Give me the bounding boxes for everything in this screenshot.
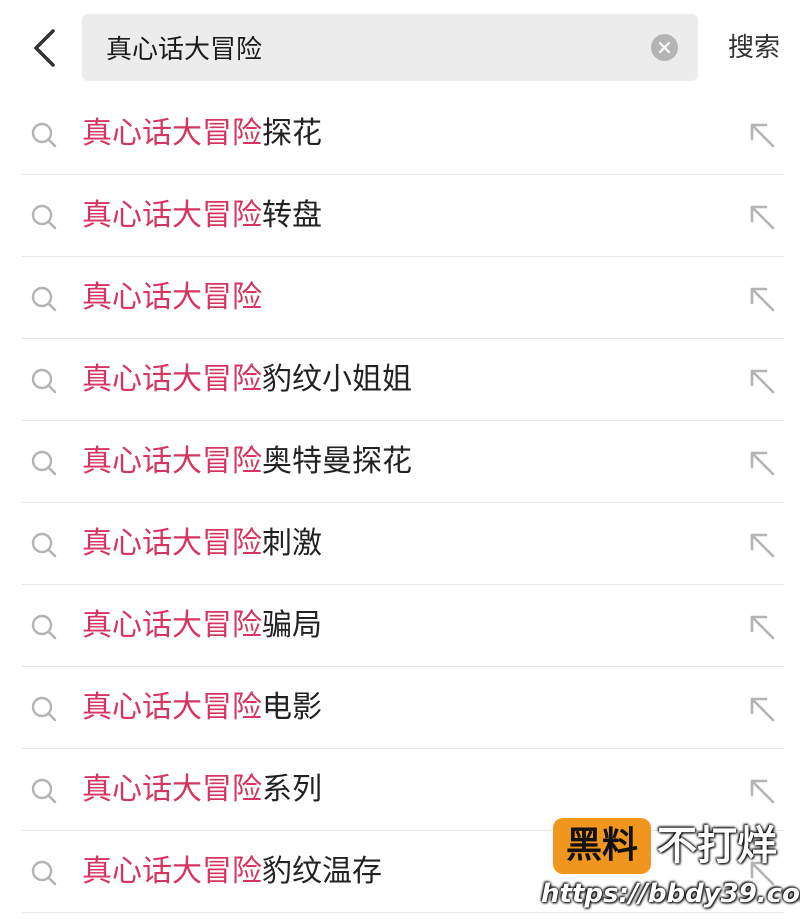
suggestion-text: 真心话大冒险豹纹小姐姐	[82, 339, 412, 421]
suggestion-item[interactable]: 真心话大冒险骗局	[0, 585, 800, 667]
arrow-up-left-icon[interactable]	[746, 447, 778, 479]
search-input[interactable]	[106, 14, 626, 81]
suggestion-text: 真心话大冒险电影	[82, 667, 322, 749]
suggestion-text: 真心话大冒险刺激	[82, 503, 322, 585]
suggestion-rest: 骗局	[262, 608, 322, 643]
search-icon	[31, 778, 57, 804]
suggestion-text: 真心话大冒险探花	[82, 93, 322, 175]
arrow-up-left-icon[interactable]	[746, 283, 778, 315]
suggestion-rest: 刺激	[262, 526, 322, 561]
clear-button[interactable]	[651, 34, 678, 61]
suggestion-match: 真心话大冒险	[82, 280, 262, 315]
search-icon	[31, 204, 57, 230]
suggestion-text: 真心话大冒险豹纹温存	[82, 831, 382, 913]
suggestion-rest: 系列	[262, 772, 322, 807]
suggestion-rest: 探花	[262, 116, 322, 151]
suggestion-item[interactable]: 真心话大冒险转盘	[0, 175, 800, 257]
suggestion-item[interactable]: 真心话大冒险电影	[0, 667, 800, 749]
suggestion-text: 真心话大冒险	[82, 257, 262, 339]
search-icon	[31, 860, 57, 886]
clear-circle-icon	[658, 41, 671, 54]
suggestion-item[interactable]: 真心话大冒险	[0, 257, 800, 339]
search-icon	[31, 450, 57, 476]
suggestion-rest: 转盘	[262, 198, 322, 233]
search-icon	[31, 368, 57, 394]
search-icon	[31, 122, 57, 148]
suggestion-match: 真心话大冒险	[82, 198, 262, 233]
watermark-text: 不打烊	[657, 823, 777, 869]
suggestion-text: 真心话大冒险奥特曼探花	[82, 421, 412, 503]
arrow-up-left-icon[interactable]	[746, 775, 778, 807]
search-icon	[31, 532, 57, 558]
suggestion-item[interactable]: 真心话大冒险探花	[0, 93, 800, 175]
suggestion-match: 真心话大冒险	[82, 608, 262, 643]
suggestion-text: 真心话大冒险转盘	[82, 175, 322, 257]
chevron-left-icon	[34, 29, 55, 67]
watermark-logo: 黑料 不打烊 https://bbdy39.com	[541, 818, 800, 916]
search-button[interactable]: 搜索	[728, 28, 780, 68]
suggestion-list: 真心话大冒险探花 真心话大冒险转盘 真心话大冒险 真心话大冒险豹纹小姐姐 真心话…	[0, 93, 800, 913]
suggestion-match: 真心话大冒险	[82, 526, 262, 561]
suggestion-item[interactable]: 真心话大冒险刺激	[0, 503, 800, 585]
search-box[interactable]	[82, 14, 698, 81]
arrow-up-left-icon[interactable]	[746, 529, 778, 561]
arrow-up-left-icon[interactable]	[746, 365, 778, 397]
suggestion-text: 真心话大冒险系列	[82, 749, 322, 831]
suggestion-item[interactable]: 真心话大冒险奥特曼探花	[0, 421, 800, 503]
search-icon	[31, 286, 57, 312]
suggestion-text: 真心话大冒险骗局	[82, 585, 322, 667]
suggestion-match: 真心话大冒险	[82, 116, 262, 151]
arrow-up-left-icon[interactable]	[746, 201, 778, 233]
suggestion-match: 真心话大冒险	[82, 444, 262, 479]
arrow-up-left-icon[interactable]	[746, 611, 778, 643]
suggestion-match: 真心话大冒险	[82, 854, 262, 889]
suggestion-rest: 豹纹温存	[262, 854, 382, 889]
suggestion-item[interactable]: 真心话大冒险豹纹小姐姐	[0, 339, 800, 421]
suggestion-match: 真心话大冒险	[82, 772, 262, 807]
arrow-up-left-icon[interactable]	[746, 119, 778, 151]
watermark-badge: 黑料	[553, 818, 651, 874]
suggestion-rest: 豹纹小姐姐	[262, 362, 412, 397]
search-header: 搜索	[0, 0, 800, 96]
suggestion-match: 真心话大冒险	[82, 690, 262, 725]
suggestion-rest: 电影	[262, 690, 322, 725]
search-icon	[31, 614, 57, 640]
watermark-url: https://bbdy39.com	[541, 879, 800, 909]
arrow-up-left-icon[interactable]	[746, 693, 778, 725]
search-icon	[31, 696, 57, 722]
back-button[interactable]	[22, 24, 66, 72]
suggestion-match: 真心话大冒险	[82, 362, 262, 397]
suggestion-rest: 奥特曼探花	[262, 444, 412, 479]
